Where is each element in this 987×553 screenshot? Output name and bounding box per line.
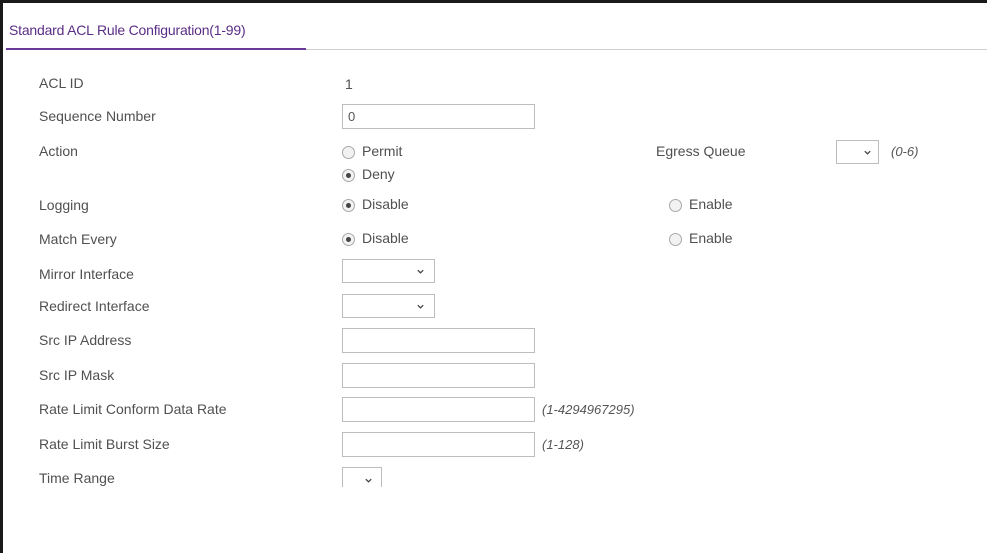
chevron-down-icon <box>864 150 871 155</box>
time-range-label: Time Range <box>39 470 115 486</box>
logging-label: Logging <box>39 197 89 213</box>
rate-limit-burst-label: Rate Limit Burst Size <box>39 436 170 452</box>
chevron-down-icon <box>365 478 372 483</box>
mirror-interface-label: Mirror Interface <box>39 266 134 282</box>
chevron-down-icon <box>417 269 424 274</box>
egress-queue-label: Egress Queue <box>656 143 746 159</box>
egress-queue-select[interactable] <box>836 140 879 164</box>
rate-limit-burst-hint: (1-128) <box>542 437 584 452</box>
src-ip-mask-label: Src IP Mask <box>39 367 115 383</box>
section-title: Standard ACL Rule Configuration(1-99) <box>9 22 246 38</box>
match-every-enable-label: Enable <box>689 230 733 246</box>
rate-limit-conform-input[interactable] <box>342 397 535 422</box>
src-ip-mask-input[interactable] <box>342 363 535 388</box>
src-ip-address-label: Src IP Address <box>39 332 132 348</box>
time-range-select[interactable] <box>342 467 382 487</box>
sequence-number-label: Sequence Number <box>39 108 156 124</box>
acl-id-value: 1 <box>345 76 353 92</box>
action-label: Action <box>39 143 78 159</box>
action-deny-label: Deny <box>362 166 395 182</box>
logging-enable-label: Enable <box>689 196 733 212</box>
rate-limit-conform-label: Rate Limit Conform Data Rate <box>39 401 227 417</box>
rate-limit-conform-hint: (1-4294967295) <box>542 402 635 417</box>
match-every-disable-radio[interactable] <box>342 233 355 246</box>
mirror-interface-select[interactable] <box>342 259 435 283</box>
redirect-interface-select[interactable] <box>342 294 435 318</box>
match-every-label: Match Every <box>39 231 117 247</box>
match-every-enable-radio[interactable] <box>669 233 682 246</box>
logging-enable-radio[interactable] <box>669 199 682 212</box>
action-permit-label: Permit <box>362 143 403 159</box>
section-divider <box>306 49 987 50</box>
sequence-number-input[interactable]: 0 <box>342 104 535 129</box>
logging-disable-radio[interactable] <box>342 199 355 212</box>
action-deny-radio[interactable] <box>342 169 355 182</box>
src-ip-address-input[interactable] <box>342 328 535 353</box>
action-permit-radio[interactable] <box>342 146 355 159</box>
window-frame <box>0 0 987 553</box>
match-every-disable-label: Disable <box>362 230 409 246</box>
redirect-interface-label: Redirect Interface <box>39 298 150 314</box>
logging-disable-label: Disable <box>362 196 409 212</box>
section-title-underline <box>6 48 306 50</box>
egress-queue-hint: (0-6) <box>891 144 919 159</box>
rate-limit-burst-input[interactable] <box>342 432 535 457</box>
acl-id-label: ACL ID <box>39 75 84 91</box>
chevron-down-icon <box>417 304 424 309</box>
